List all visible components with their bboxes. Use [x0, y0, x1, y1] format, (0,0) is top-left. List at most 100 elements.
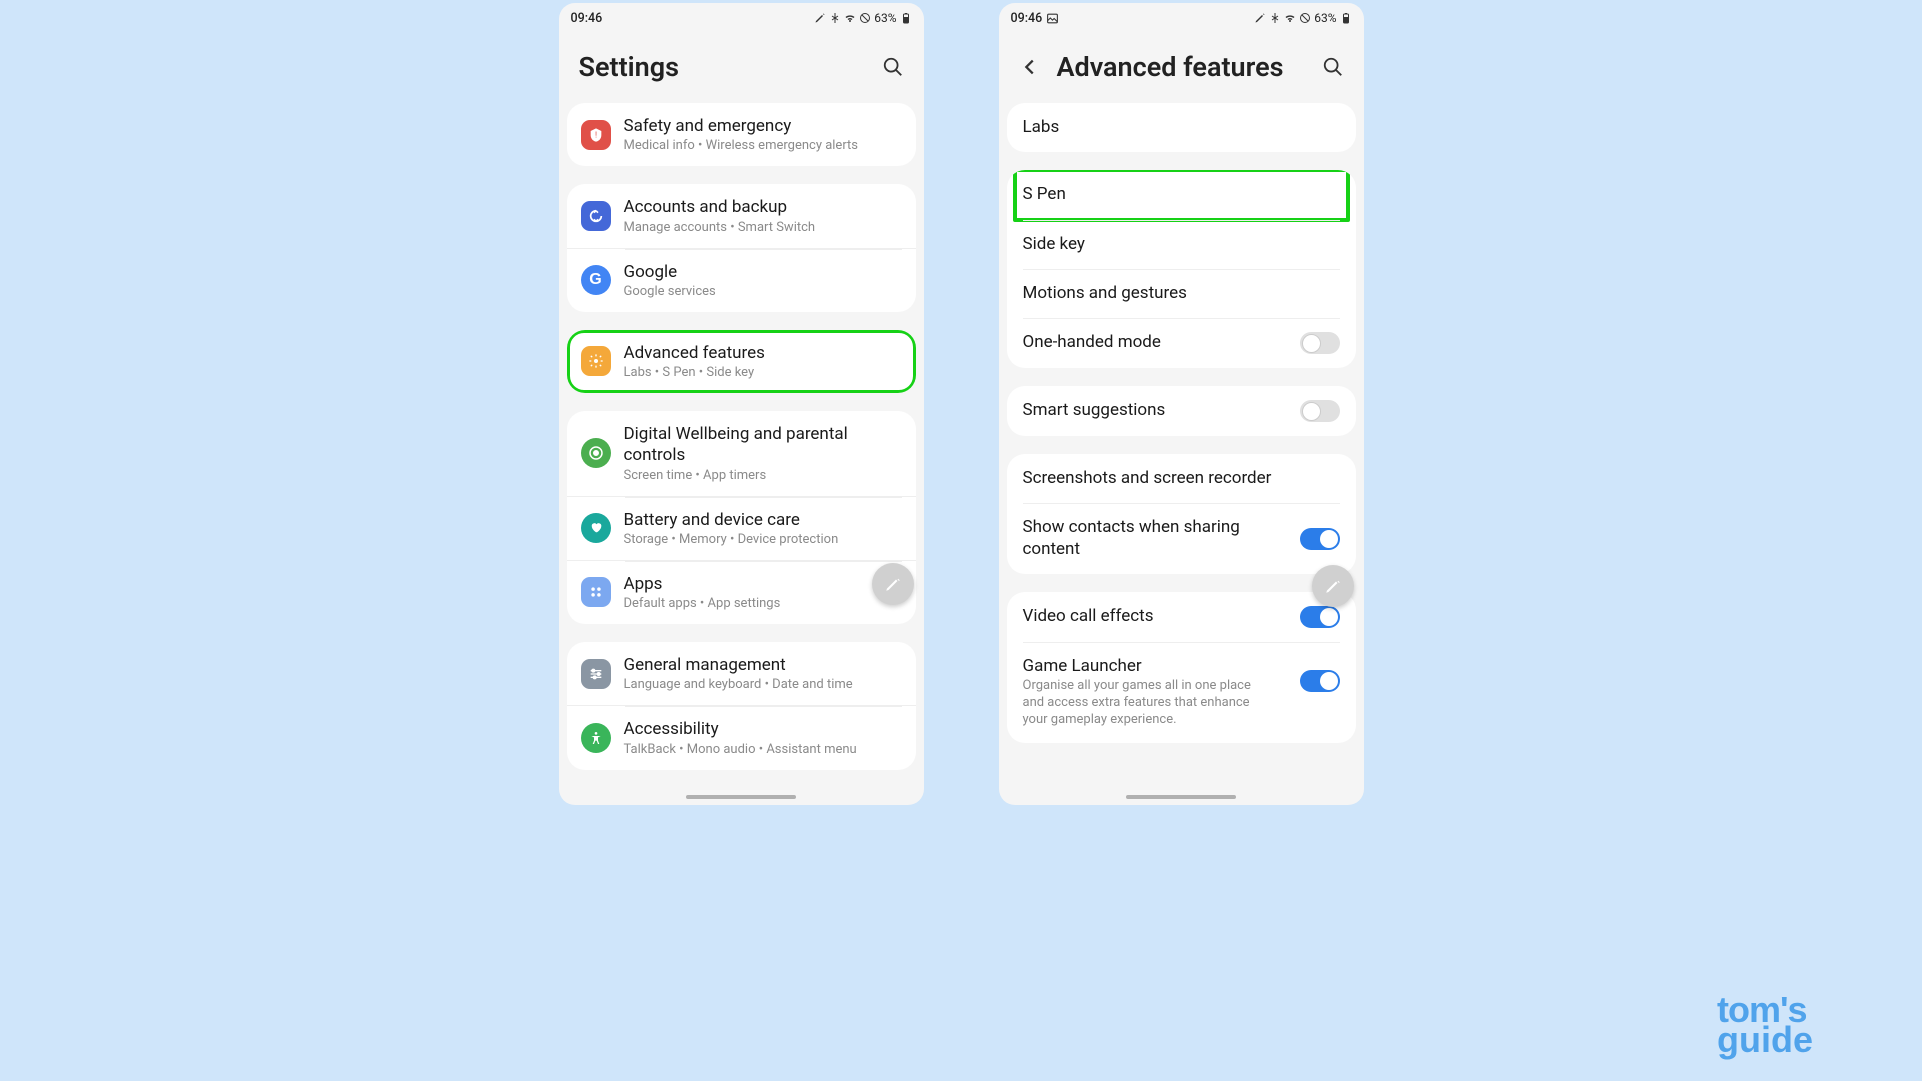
row-title: Side key	[1023, 234, 1340, 255]
row-subtitle: Language and keyboard • Date and time	[624, 677, 902, 692]
wellbeing-icon	[581, 438, 611, 468]
row-subtitle: Screen time • App timers	[624, 468, 902, 483]
nav-pill[interactable]	[686, 795, 796, 799]
toggle-smart[interactable]	[1300, 400, 1340, 422]
status-icons: 63%	[1254, 11, 1351, 25]
settings-group: Accounts and backup Manage accounts • Sm…	[567, 184, 916, 312]
pen-icon	[1254, 12, 1266, 24]
row-subtitle: TalkBack • Mono audio • Assistant menu	[624, 742, 902, 757]
row-subtitle: Storage • Memory • Device protection	[624, 532, 902, 547]
row-title: S Pen	[1023, 184, 1340, 205]
advanced-group: Video call effects Game Launcher Organis…	[1007, 592, 1356, 743]
battery-percent: 63%	[1314, 11, 1336, 25]
wifi-icon	[1284, 12, 1296, 24]
page-title: Settings	[579, 51, 680, 83]
pencil-icon	[1324, 577, 1342, 595]
settings-group: Digital Wellbeing and parental controls …	[567, 411, 916, 624]
row-title: One-handed mode	[1023, 332, 1300, 353]
no-icon	[859, 12, 871, 24]
google-icon: G	[581, 265, 611, 295]
row-title: Smart suggestions	[1023, 400, 1300, 421]
row-title: General management	[624, 655, 902, 676]
row-title: Accessibility	[624, 719, 902, 740]
advanced-row-contacts[interactable]: Show contacts when sharing content	[1007, 503, 1356, 574]
row-title: Accounts and backup	[624, 197, 902, 218]
advanced-row-videocall[interactable]: Video call effects	[1007, 592, 1356, 642]
advanced-group: Screenshots and screen recorder Show con…	[1007, 454, 1356, 574]
advanced-row-onehanded[interactable]: One-handed mode	[1007, 318, 1356, 368]
row-title: Labs	[1023, 117, 1340, 138]
edit-fab[interactable]	[1312, 565, 1354, 607]
toggle-gamelauncher[interactable]	[1300, 670, 1340, 692]
battery-icon	[900, 12, 912, 24]
pen-icon	[814, 12, 826, 24]
advanced-row-gamelauncher[interactable]: Game Launcher Organise all your games al…	[1007, 642, 1356, 743]
search-icon	[1322, 56, 1344, 78]
toggle-contacts[interactable]	[1300, 528, 1340, 550]
back-button[interactable]	[1019, 56, 1041, 78]
status-time: 09:46	[571, 11, 603, 26]
advanced-row-screenshots[interactable]: Screenshots and screen recorder	[1007, 454, 1356, 503]
row-title: Advanced features	[624, 343, 902, 364]
mute-icon	[1269, 12, 1281, 24]
page-header: Settings	[559, 33, 924, 103]
row-title: Show contacts when sharing content	[1023, 517, 1253, 560]
battery-percent: 63%	[874, 11, 896, 25]
phone-advanced: 09:46 63% Advanced features Labs	[999, 3, 1364, 805]
settings-row-google[interactable]: G Google Google services	[567, 248, 916, 312]
row-title: Safety and emergency	[624, 116, 902, 137]
settings-row-battery[interactable]: Battery and device care Storage • Memory…	[567, 496, 916, 560]
row-title: Apps	[624, 574, 902, 595]
nav-pill[interactable]	[1126, 795, 1236, 799]
page-title: Advanced features	[1057, 51, 1284, 83]
row-title: Motions and gestures	[1023, 283, 1340, 304]
advanced-group: Smart suggestions	[1007, 386, 1356, 436]
page-header: Advanced features	[999, 33, 1364, 103]
status-bar: 09:46 63%	[999, 3, 1364, 33]
no-icon	[1299, 12, 1311, 24]
battery-icon	[1340, 12, 1352, 24]
row-title: Screenshots and screen recorder	[1023, 468, 1340, 489]
row-subtitle: Manage accounts • Smart Switch	[624, 220, 902, 235]
toggle-onehanded[interactable]	[1300, 332, 1340, 354]
safety-icon: !	[581, 120, 611, 150]
settings-row-advanced[interactable]: Advanced features Labs • S Pen • Side ke…	[567, 330, 916, 393]
settings-row-apps[interactable]: Apps Default apps • App settings	[567, 560, 916, 624]
chevron-left-icon	[1019, 56, 1041, 78]
edit-fab[interactable]	[872, 563, 914, 605]
row-title: Video call effects	[1023, 606, 1300, 627]
row-subtitle: Medical info • Wireless emergency alerts	[624, 138, 902, 153]
settings-row-accessibility[interactable]: Accessibility TalkBack • Mono audio • As…	[567, 705, 916, 769]
status-bar: 09:46 63%	[559, 3, 924, 33]
search-button[interactable]	[1322, 56, 1344, 78]
brand-line2: guide	[1717, 1025, 1867, 1056]
advanced-row-labs[interactable]: Labs	[1007, 103, 1356, 152]
advanced-group: Labs	[1007, 103, 1356, 152]
phone-settings: 09:46 63% Settings ! Safety and emergenc…	[559, 3, 924, 805]
row-subtitle: Organise all your games all in one place…	[1023, 678, 1273, 729]
svg-text:!: !	[594, 130, 596, 139]
status-time: 09:46	[1011, 11, 1060, 26]
status-icons: 63%	[814, 11, 911, 25]
settings-group-advanced: Advanced features Labs • S Pen • Side ke…	[567, 330, 916, 393]
advanced-row-smart[interactable]: Smart suggestions	[1007, 386, 1356, 436]
settings-row-wellbeing[interactable]: Digital Wellbeing and parental controls …	[567, 411, 916, 496]
wifi-icon	[844, 12, 856, 24]
advanced-row-motions[interactable]: Motions and gestures	[1007, 269, 1356, 318]
accounts-icon	[581, 201, 611, 231]
row-title: Game Launcher	[1023, 656, 1300, 677]
toggle-videocall[interactable]	[1300, 606, 1340, 628]
pencil-icon	[884, 575, 902, 593]
advanced-icon	[581, 346, 611, 376]
row-title: Digital Wellbeing and parental controls	[624, 424, 902, 467]
settings-row-general[interactable]: General management Language and keyboard…	[567, 642, 916, 705]
settings-row-safety[interactable]: ! Safety and emergency Medical info • Wi…	[567, 103, 916, 166]
advanced-row-spen[interactable]: S Pen	[1007, 170, 1356, 219]
settings-row-accounts[interactable]: Accounts and backup Manage accounts • Sm…	[567, 184, 916, 247]
image-icon	[1046, 12, 1059, 25]
brand-watermark: tom's guide	[1717, 995, 1867, 1056]
advanced-row-sidekey[interactable]: Side key	[1007, 220, 1356, 269]
row-title: Google	[624, 262, 902, 283]
search-button[interactable]	[882, 56, 904, 78]
settings-group: General management Language and keyboard…	[567, 642, 916, 770]
